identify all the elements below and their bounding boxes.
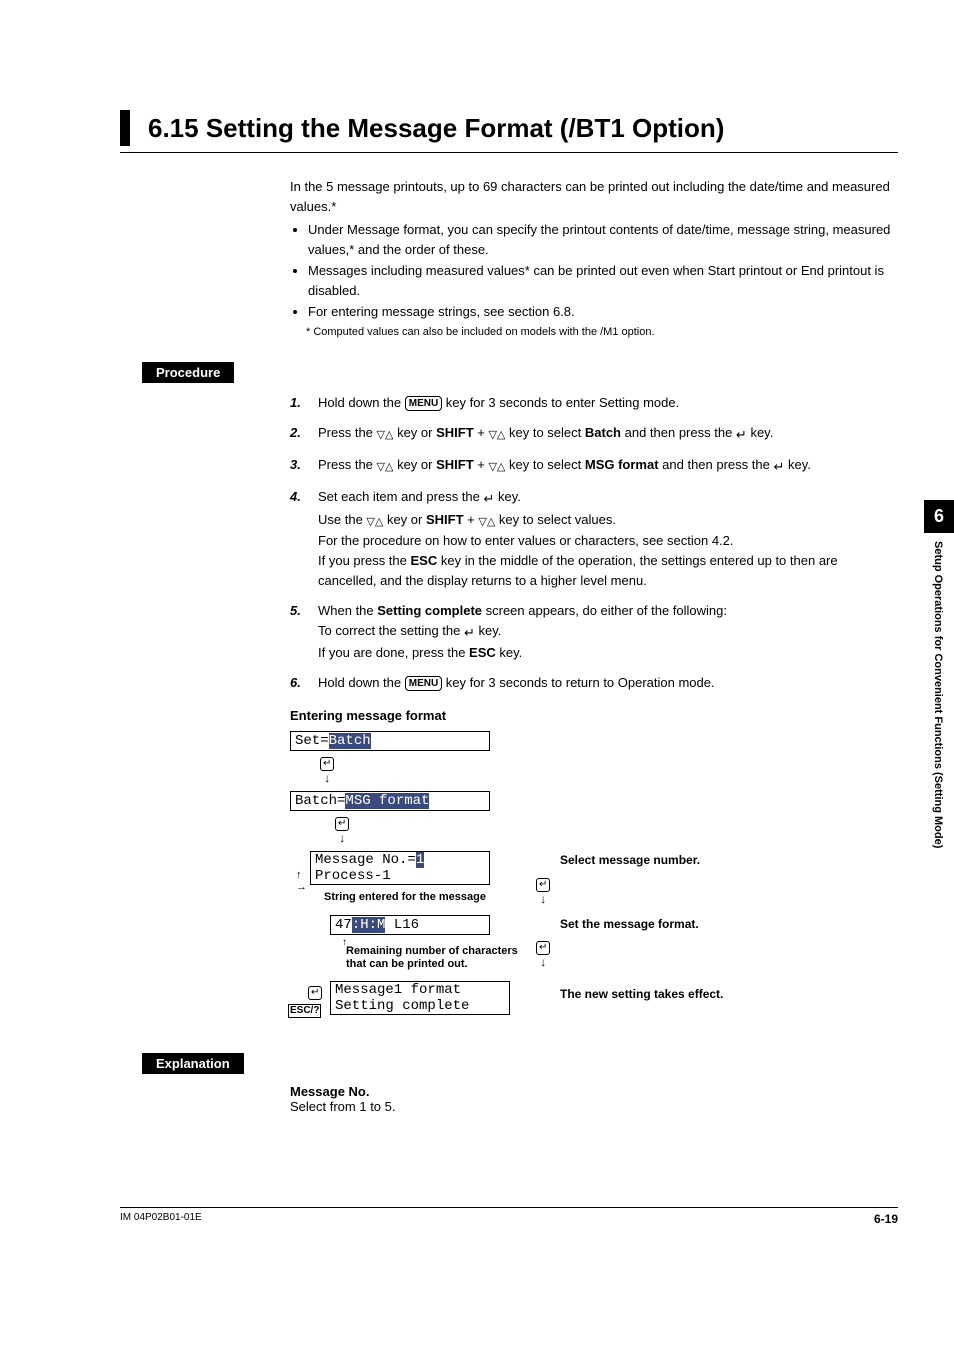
caption-select-msg: Select message number. bbox=[560, 853, 700, 867]
step-3: 3. Press the ▽△ key or SHIFT + ▽△ key to… bbox=[290, 455, 898, 477]
explanation-block: Message No. Select from 1 to 5. bbox=[290, 1084, 898, 1114]
heading-text: 6.15 Setting the Message Format (/BT1 Op… bbox=[148, 113, 724, 144]
enter-key-icon: ↵ bbox=[483, 489, 494, 509]
step-number: 1. bbox=[290, 393, 318, 413]
step-1: 1. Hold down the MENU key for 3 seconds … bbox=[290, 393, 898, 413]
caption-remaining: Remaining number of characters that can … bbox=[346, 945, 536, 971]
step-number: 6. bbox=[290, 673, 318, 693]
nav-key-icon: ▽△ bbox=[488, 459, 505, 476]
step-number: 3. bbox=[290, 455, 318, 477]
arrow-down: ↵↓ bbox=[320, 755, 334, 785]
bullet: Under Message format, you can specify th… bbox=[308, 220, 898, 259]
footnote: * Computed values can also be included o… bbox=[306, 324, 898, 341]
footer-right: 6-19 bbox=[874, 1212, 898, 1226]
arrow-down: ↵↓ bbox=[335, 815, 349, 845]
step-body: Set each item and press the ↵ key. Use t… bbox=[318, 487, 898, 591]
explanation-label: Explanation bbox=[142, 1053, 244, 1074]
enter-icon: ↵ bbox=[335, 817, 349, 831]
nav-key-icon: ▽△ bbox=[478, 514, 495, 531]
screen-complete: Message1 format Setting complete bbox=[330, 981, 510, 1015]
menu-keycap: MENU bbox=[405, 676, 442, 691]
nav-key-icon: ▽△ bbox=[377, 427, 394, 444]
enter-icon: ↵ bbox=[536, 878, 550, 892]
page-footer: IM 04P02B01-01E 6-19 bbox=[120, 1207, 898, 1226]
enter-icon: ↵ bbox=[308, 983, 322, 1000]
procedure-label: Procedure bbox=[142, 362, 234, 383]
step-number: 2. bbox=[290, 423, 318, 445]
step-number: 4. bbox=[290, 487, 318, 591]
screen-format: 47:H:M L16 bbox=[330, 915, 490, 935]
step-4: 4. Set each item and press the ↵ key. Us… bbox=[290, 487, 898, 591]
enter-key-icon: ↵ bbox=[773, 457, 784, 477]
heading-bar bbox=[120, 110, 130, 146]
intro-paragraph: In the 5 message printouts, up to 69 cha… bbox=[290, 177, 898, 216]
arrow-down: ↵↓ bbox=[536, 939, 550, 969]
chapter-title: Setup Operations for Convenient Function… bbox=[924, 533, 948, 889]
subheading: Entering message format bbox=[290, 708, 898, 723]
explain-heading: Message No. bbox=[290, 1084, 898, 1099]
caption-string-entered: String entered for the message bbox=[324, 891, 486, 903]
nav-key-icon: ▽△ bbox=[488, 427, 505, 444]
nav-key-icon: ▽△ bbox=[377, 459, 394, 476]
step-number: 5. bbox=[290, 601, 318, 663]
return-arrow-icon: ↑→ bbox=[296, 869, 307, 893]
side-tab: 6 Setup Operations for Convenient Functi… bbox=[924, 500, 954, 889]
bullet: Messages including measured values* can … bbox=[308, 261, 898, 300]
intro-block: In the 5 message printouts, up to 69 cha… bbox=[290, 177, 898, 340]
caption-set-format: Set the message format. bbox=[560, 917, 699, 931]
caption-takes-effect: The new setting takes effect. bbox=[560, 987, 723, 1001]
enter-key-icon: ↵ bbox=[736, 425, 747, 445]
step-body: When the Setting complete screen appears… bbox=[318, 601, 898, 663]
bullet: For entering message strings, see sectio… bbox=[308, 302, 898, 322]
step-6: 6. Hold down the MENU key for 3 seconds … bbox=[290, 673, 898, 693]
step-2: 2. Press the ▽△ key or SHIFT + ▽△ key to… bbox=[290, 423, 898, 445]
step-body: Hold down the MENU key for 3 seconds to … bbox=[318, 393, 898, 413]
step-body: Hold down the MENU key for 3 seconds to … bbox=[318, 673, 898, 693]
screen-msgno: Message No.=1 Process-1 bbox=[310, 851, 490, 885]
menu-keycap: MENU bbox=[405, 396, 442, 411]
arrow-down: ↵↓ bbox=[536, 876, 550, 906]
flow-diagram: Set=Batch ↵↓ Batch=MSG format ↵↓ Message… bbox=[290, 731, 898, 1031]
chapter-number: 6 bbox=[924, 500, 954, 533]
step-body: Press the ▽△ key or SHIFT + ▽△ key to se… bbox=[318, 455, 898, 477]
step-5: 5. When the Setting complete screen appe… bbox=[290, 601, 898, 663]
footer-left: IM 04P02B01-01E bbox=[120, 1212, 202, 1226]
procedure-list: 1. Hold down the MENU key for 3 seconds … bbox=[290, 393, 898, 694]
screen-set: Set=Batch bbox=[290, 731, 490, 751]
intro-bullets: Under Message format, you can specify th… bbox=[290, 220, 898, 322]
escq-label: ESC/? bbox=[288, 1001, 321, 1018]
section-heading: 6.15 Setting the Message Format (/BT1 Op… bbox=[120, 110, 898, 153]
step-body: Press the ▽△ key or SHIFT + ▽△ key to se… bbox=[318, 423, 898, 445]
nav-key-icon: ▽△ bbox=[366, 514, 383, 531]
screen-batch: Batch=MSG format bbox=[290, 791, 490, 811]
enter-icon: ↵ bbox=[536, 941, 550, 955]
enter-key-icon: ↵ bbox=[464, 623, 475, 643]
explain-body: Select from 1 to 5. bbox=[290, 1099, 898, 1114]
enter-icon: ↵ bbox=[320, 757, 334, 771]
